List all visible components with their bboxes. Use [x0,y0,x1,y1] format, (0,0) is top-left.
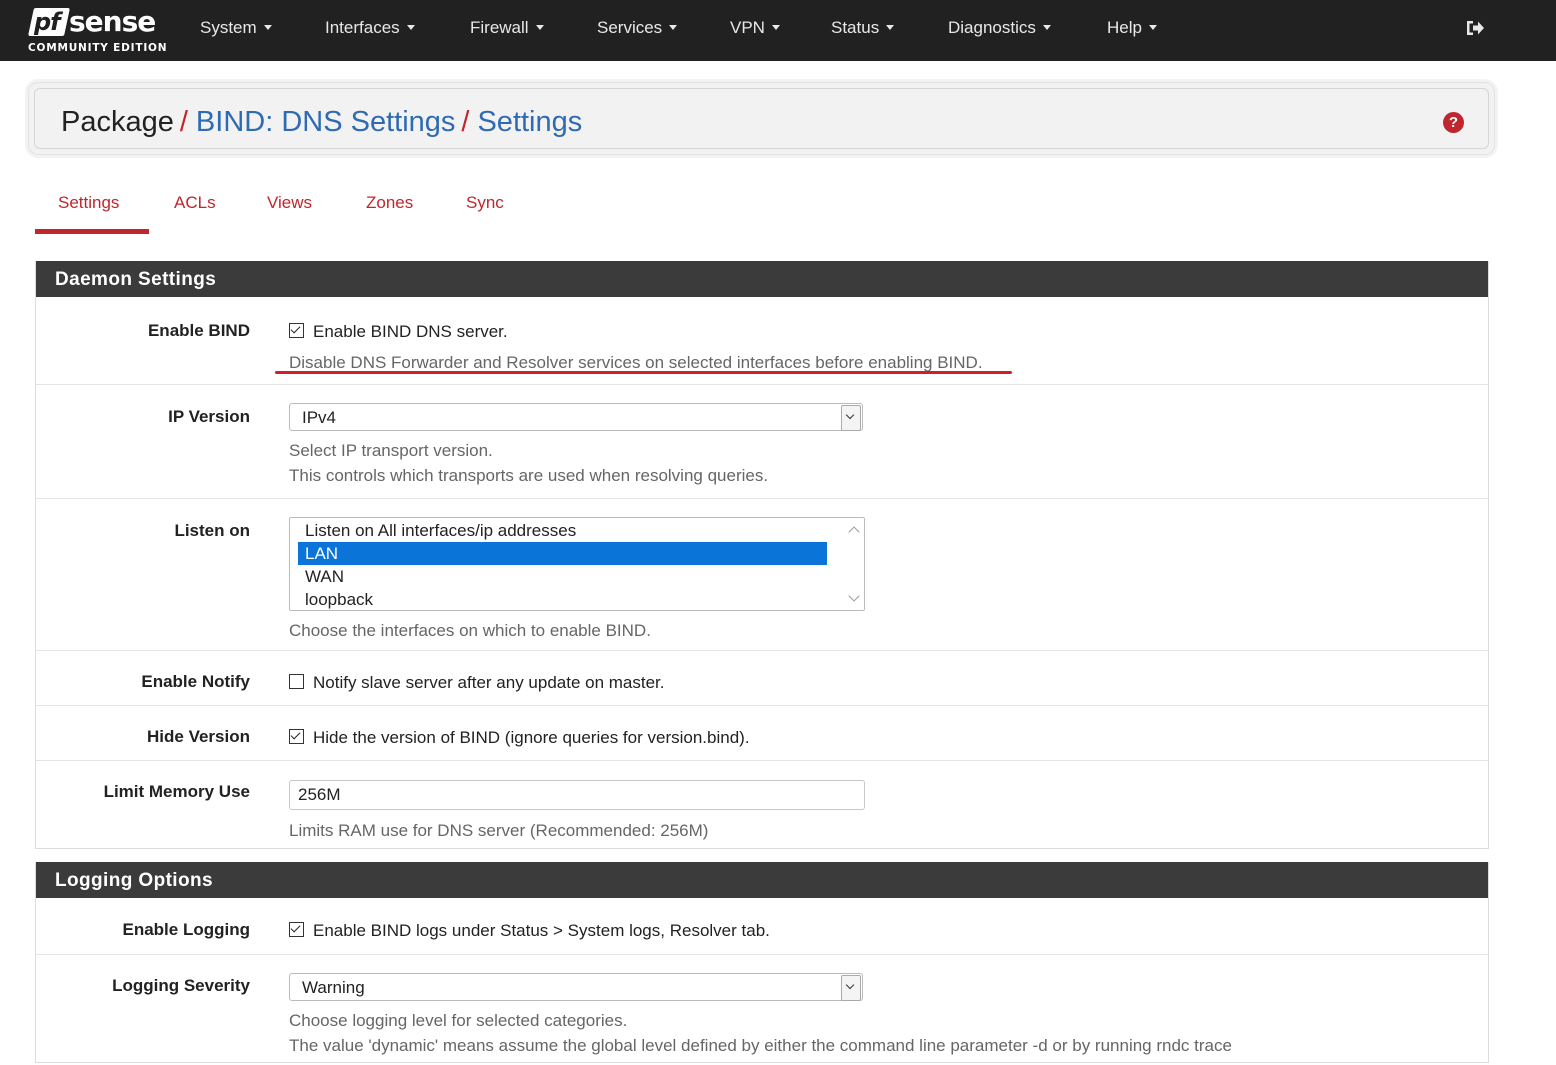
nav-status[interactable]: Status [831,17,895,39]
nav-vpn[interactable]: VPN [730,17,780,39]
label-limit-memory: Limit Memory Use [103,782,250,801]
hide-version-text: Hide the version of BIND (ignore queries… [313,728,750,747]
listen-option-wan[interactable]: WAN [298,565,827,588]
enable-notify-checkbox[interactable] [289,674,304,689]
active-tab-indicator [35,229,149,234]
label-logging-severity: Logging Severity [112,976,250,995]
limit-memory-input[interactable]: 256M [289,780,865,810]
question-circle-icon[interactable]: ? [1443,112,1464,133]
nav-system[interactable]: System [200,17,272,39]
breadcrumb-separator: / [179,106,188,138]
tab-acls[interactable]: ACLs [174,193,216,213]
caret-down-icon [771,25,780,30]
logging-severity-help-1: Choose logging level for selected catego… [289,1011,628,1030]
highlight-underline [275,371,1012,374]
enable-logging-checkbox-line[interactable]: Enable BIND logs under Status > System l… [289,920,1468,942]
listen-option-all[interactable]: Listen on All interfaces/ip addresses [298,519,827,542]
chevron-down-icon [841,405,861,431]
logo-wordmark: sense [69,5,156,38]
label-ip-version: IP Version [168,407,250,426]
caret-down-icon [1148,25,1157,30]
nav-firewall[interactable]: Firewall [470,17,544,39]
tab-zones[interactable]: Zones [366,193,413,213]
breadcrumb-package: Package [61,106,174,138]
scroll-up-icon[interactable] [848,526,860,538]
label-enable-logging: Enable Logging [122,920,251,939]
row-limit-memory: Limit Memory Use 256M Limits RAM use for… [36,761,1488,851]
caret-down-icon [406,25,415,30]
daemon-settings-panel: Daemon Settings Enable BIND Enable BIND … [35,261,1489,849]
row-hide-version: Hide Version Hide the version of BIND (i… [36,706,1488,761]
row-listen-on: Listen on Listen on All interfaces/ip ad… [36,499,1488,651]
enable-bind-checkbox[interactable] [289,323,304,338]
breadcrumb: Package / BIND: DNS Settings / Settings [61,104,582,140]
breadcrumb-panel: Package / BIND: DNS Settings / Settings ? [28,82,1495,155]
enable-logging-checkbox[interactable] [289,922,304,937]
logging-severity-select[interactable]: Warning [289,973,863,1001]
sign-out-icon[interactable] [1464,17,1486,39]
breadcrumb-bind-dns-settings[interactable]: BIND: DNS Settings [196,106,455,138]
edition-label: COMMUNITY EDITION [28,42,168,54]
row-enable-logging: Enable Logging Enable BIND logs under St… [36,898,1488,955]
limit-memory-help: Limits RAM use for DNS server (Recommend… [289,821,709,840]
caret-down-icon [263,25,272,30]
pfsense-logo[interactable]: pf sense COMMUNITY EDITION [28,5,168,57]
panel-title-daemon-settings: Daemon Settings [36,261,1488,297]
breadcrumb-separator: / [461,106,470,138]
scroll-down-icon[interactable] [848,590,860,602]
caret-down-icon [669,25,678,30]
tab-views[interactable]: Views [267,193,312,213]
ip-version-select[interactable]: IPv4 [289,403,863,431]
hide-version-checkbox[interactable] [289,729,304,744]
listen-on-listbox[interactable]: Listen on All interfaces/ip addresses LA… [289,517,865,611]
logging-options-panel: Logging Options Enable Logging Enable BI… [35,862,1489,1063]
nav-interfaces[interactable]: Interfaces [325,17,415,39]
breadcrumb-settings[interactable]: Settings [477,106,582,138]
hide-version-checkbox-line[interactable]: Hide the version of BIND (ignore queries… [289,727,1468,749]
enable-notify-checkbox-line[interactable]: Notify slave server after any update on … [289,672,1468,694]
row-ip-version: IP Version IPv4 Select IP transport vers… [36,385,1488,499]
tab-sync[interactable]: Sync [466,193,504,213]
nav-services[interactable]: Services [597,17,678,39]
logo-mark: pf [28,8,70,36]
chevron-down-icon [841,975,861,1001]
label-listen-on: Listen on [174,521,250,540]
enable-notify-text: Notify slave server after any update on … [313,673,665,692]
top-navbar: pf sense COMMUNITY EDITION System Interf… [0,0,1556,61]
caret-down-icon [1042,25,1051,30]
label-hide-version: Hide Version [147,727,250,746]
row-enable-notify: Enable Notify Notify slave server after … [36,651,1488,706]
label-enable-bind: Enable BIND [147,321,250,340]
enable-bind-text: Enable BIND DNS server. [313,322,508,341]
enable-bind-checkbox-line[interactable]: Enable BIND DNS server. [289,321,1468,343]
listen-option-loopback[interactable]: loopback [298,588,827,611]
tab-settings[interactable]: Settings [58,193,119,213]
ip-version-help-2: This controls which transports are used … [289,466,769,485]
enable-logging-text: Enable BIND logs under Status > System l… [313,921,770,940]
nav-help[interactable]: Help [1107,17,1157,39]
ip-version-help-1: Select IP transport version. [289,441,493,460]
listen-option-lan[interactable]: LAN [298,542,827,565]
label-enable-notify: Enable Notify [141,672,250,691]
panel-title-logging-options: Logging Options [36,862,1488,898]
caret-down-icon [886,25,895,30]
logging-severity-help-2: The value 'dynamic' means assume the glo… [289,1036,1232,1055]
listen-on-help: Choose the interfaces on which to enable… [289,621,651,640]
caret-down-icon [535,25,544,30]
nav-diagnostics[interactable]: Diagnostics [948,17,1051,39]
